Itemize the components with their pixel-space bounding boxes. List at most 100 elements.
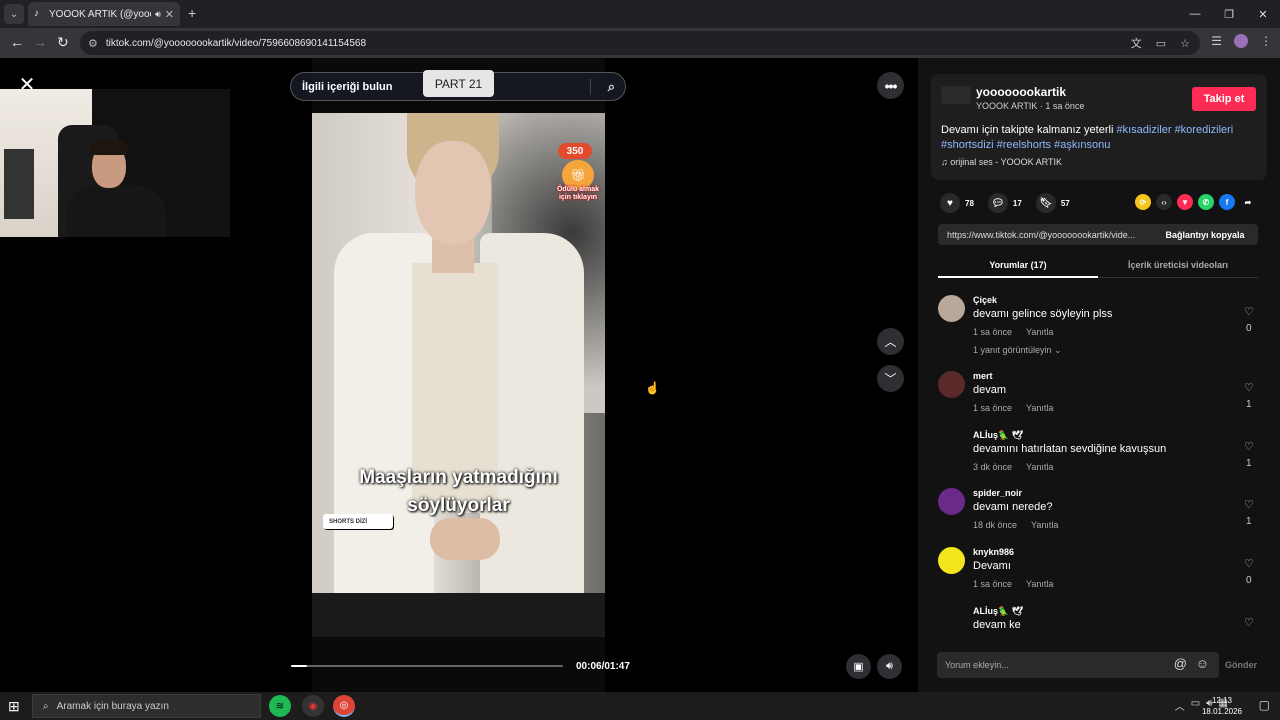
hashtag[interactable]: #reelshorts xyxy=(997,139,1051,151)
comment-like-count: 0 xyxy=(1246,323,1252,334)
bookmark-icon[interactable]: 🔖︎ xyxy=(1035,193,1056,213)
taskbar-clock[interactable]: 12:13 18.01.2026 xyxy=(1200,695,1244,717)
tab-search-icon[interactable]: ⌄ xyxy=(4,4,24,24)
like-heart-icon[interactable]: ♡ xyxy=(1244,305,1254,318)
windows-start-icon[interactable]: ⊞ xyxy=(8,698,20,715)
previous-video-icon[interactable]: ︿ xyxy=(877,328,904,355)
comment-icon[interactable]: 💬︎ xyxy=(987,193,1008,213)
hashtag[interactable]: #kısadiziler xyxy=(1116,124,1171,136)
reply-button[interactable]: Yanıtla xyxy=(1026,462,1053,472)
search-icon: ⌕ xyxy=(43,700,49,712)
reply-button[interactable]: Yanıtla xyxy=(1031,520,1058,530)
music-link[interactable]: ♫ orijinal ses - YOOOK ARTIK xyxy=(941,157,1062,167)
tiktok-favicon: ♪ xyxy=(34,8,39,19)
close-tab-icon[interactable]: ✕ xyxy=(165,8,174,21)
network-icon[interactable]: ▭ xyxy=(1191,698,1200,713)
comment-user[interactable]: Çiçek xyxy=(973,295,997,305)
close-video-icon[interactable]: ✕ xyxy=(14,74,40,96)
emoji-icon[interactable]: ☺ xyxy=(1196,656,1209,671)
facebook-icon[interactable]: f xyxy=(1219,194,1235,210)
comment-user[interactable]: ALİuş🦜 🕊 xyxy=(973,606,1023,617)
reload-icon[interactable]: ↻ xyxy=(57,34,69,51)
whatsapp-icon[interactable]: ✆ xyxy=(1198,194,1214,210)
search-icon[interactable]: ⌕ xyxy=(608,79,615,95)
bookmark-star-icon[interactable]: ☆ xyxy=(1180,37,1190,50)
like-heart-icon[interactable]: ♡ xyxy=(1244,498,1254,511)
forward-icon[interactable]: → xyxy=(33,34,47,50)
comment-text: devamı nerede? xyxy=(973,501,1053,513)
tab-creator-videos[interactable]: İçerik üreticisi videoları xyxy=(1098,256,1258,278)
kebab-menu-icon[interactable]: ⋮ xyxy=(1260,34,1272,48)
embed-icon[interactable]: ‹› xyxy=(1156,194,1172,210)
window-close-icon[interactable]: ✕ xyxy=(1246,0,1280,28)
reply-button[interactable]: Yanıtla xyxy=(1026,579,1053,589)
avatar[interactable] xyxy=(938,488,965,515)
profile-icon[interactable] xyxy=(1234,34,1248,48)
heart-icon[interactable]: ♥ xyxy=(940,193,960,213)
speaker-icon[interactable]: 🔊︎ xyxy=(155,9,161,20)
browser-tab[interactable]: ♪ YOOOK ARTIK (@yoooooo 🔊︎ ✕ xyxy=(28,2,180,26)
comment-user[interactable]: ALİuş🦜 🕊 xyxy=(973,430,1023,441)
reply-button[interactable]: Yanıtla xyxy=(1026,403,1053,413)
like-heart-icon[interactable]: ♡ xyxy=(1244,440,1254,453)
comment-item: spider_noir devamı nerede? 18 dk önce Yan… xyxy=(938,488,1260,538)
restore-icon[interactable]: ❐ xyxy=(1212,0,1246,28)
comment-user[interactable]: knykn986 xyxy=(973,547,1014,557)
next-video-icon[interactable]: ﹀ xyxy=(877,365,904,392)
gift-text[interactable]: Ödülü almak için tıklayın xyxy=(554,186,602,202)
follow-button[interactable]: Takip et xyxy=(1192,87,1256,111)
comment-input[interactable]: Yorum ekleyin... @ ☺ xyxy=(937,652,1219,678)
repost-icon[interactable]: ⟳ xyxy=(1135,194,1151,210)
more-options-icon[interactable]: ••• xyxy=(877,72,904,99)
avatar[interactable] xyxy=(938,295,965,322)
tray-chevron-icon[interactable]: ︿ xyxy=(1175,698,1185,713)
miniplayer-icon[interactable]: ▣ xyxy=(846,654,871,679)
hashtag[interactable]: #aşkınsonu xyxy=(1054,139,1110,151)
spotify-icon[interactable]: ≋ xyxy=(269,695,291,717)
comment-like-count: 1 xyxy=(1246,516,1252,527)
taskbar-search[interactable]: ⌕ Aramak için buraya yazın xyxy=(32,694,261,718)
reading-list-icon[interactable]: ☰ xyxy=(1211,34,1222,48)
hashtag[interactable]: #koredizileri xyxy=(1175,124,1234,136)
address-bar[interactable]: ⚙ tiktok.com/@yoooooookartik/video/75966… xyxy=(80,31,1200,55)
back-icon[interactable]: ← xyxy=(10,34,24,50)
comment-like-count: 0 xyxy=(1246,575,1252,586)
creator-avatar[interactable] xyxy=(941,86,971,104)
site-info-icon[interactable]: ⚙ xyxy=(88,37,98,50)
recorder-icon[interactable]: ◉ xyxy=(302,695,324,717)
send-icon[interactable]: ▼ xyxy=(1177,194,1193,210)
video-url[interactable]: https://www.tiktok.com/@yoooooookartik/v… xyxy=(938,230,1152,240)
comment-placeholder: Yorum ekleyin... xyxy=(945,660,1009,670)
music-title: orijinal ses - YOOOK ARTIK xyxy=(950,157,1062,167)
avatar[interactable] xyxy=(938,547,965,574)
cast-icon[interactable]: ▭ xyxy=(1156,37,1166,50)
translate-icon[interactable]: 文 xyxy=(1131,35,1142,51)
reward-badge[interactable]: 350 xyxy=(558,143,592,159)
mouse-cursor-icon: ☝ xyxy=(645,381,660,395)
subtitle-line-1: Maaşların yatmadığını xyxy=(359,467,558,488)
copy-link-button[interactable]: Bağlantıyı kopyala xyxy=(1152,230,1258,240)
like-heart-icon[interactable]: ♡ xyxy=(1244,557,1254,570)
reply-button[interactable]: Yanıtla xyxy=(1026,327,1053,337)
minimize-icon[interactable]: — xyxy=(1178,0,1212,28)
notification-icon[interactable]: ▢ xyxy=(1259,698,1270,712)
send-button[interactable]: Gönder xyxy=(1225,660,1257,670)
hashtag[interactable]: #shortsdizi xyxy=(941,139,994,151)
progress-bar[interactable] xyxy=(291,665,563,667)
comment-like-count: 1 xyxy=(1246,458,1252,469)
comment-user[interactable]: spider_noir xyxy=(973,488,1022,498)
comment-user[interactable]: mert xyxy=(973,371,993,381)
chrome-icon[interactable]: ◎ xyxy=(333,695,355,717)
view-replies[interactable]: 1 yanıt görüntüleyin ⌄ xyxy=(973,345,1062,356)
tab-comments[interactable]: Yorumlar (17) xyxy=(938,256,1098,278)
like-heart-icon[interactable]: ♡ xyxy=(1244,616,1254,629)
save-count: 57 xyxy=(1060,198,1070,208)
avatar[interactable] xyxy=(938,371,965,398)
new-tab-icon[interactable]: + xyxy=(188,5,196,21)
creator-username[interactable]: yoooooookartik xyxy=(976,85,1066,99)
share-arrow-icon[interactable]: ➦ xyxy=(1240,194,1256,210)
like-heart-icon[interactable]: ♡ xyxy=(1244,381,1254,394)
volume-icon[interactable]: 🔊︎ xyxy=(877,654,902,679)
mention-icon[interactable]: @ xyxy=(1174,656,1187,671)
video-time: 00:06/01:47 xyxy=(576,661,630,672)
